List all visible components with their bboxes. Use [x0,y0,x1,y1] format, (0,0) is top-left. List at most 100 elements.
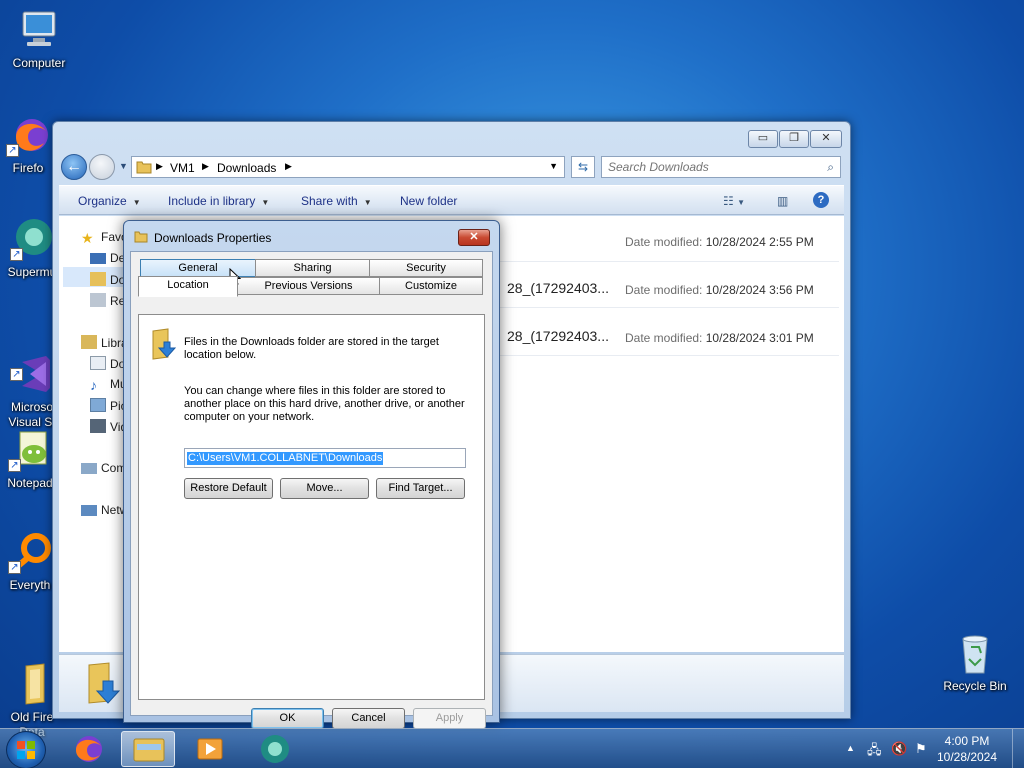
share-with-button[interactable]: Share with ▼ [301,194,372,208]
nav-computer[interactable]: Com [81,461,126,475]
organize-label: Organize [78,194,127,208]
nav-pictures[interactable]: Pic [90,398,127,413]
taskbar-firefox[interactable] [62,731,116,767]
close-button[interactable]: ✕ [810,130,842,148]
help-icon[interactable]: ? [813,192,829,208]
change-text-line2: another place on this hard drive, anothe… [184,398,465,410]
breadcrumb-separator-icon[interactable]: ▶ [285,161,292,172]
action-center-flag-icon[interactable]: ⚑ [915,741,927,757]
tab-customize[interactable]: Customize [379,277,483,295]
videos-icon [90,419,106,433]
intro-text-line1: Files in the Downloads folder are stored… [184,336,439,348]
taskbar-supermium[interactable] [248,731,302,767]
nav-desktop[interactable]: De [90,251,125,265]
restore-default-button[interactable]: Restore Default [184,478,273,499]
find-target-button[interactable]: Find Target... [376,478,465,499]
search-input[interactable] [608,160,808,174]
share-with-label: Share with [301,194,358,208]
desktop-icon-recycle-bin[interactable]: Recycle Bin [937,631,1013,693]
dialog-close-button[interactable]: ✕ [458,229,490,246]
clock-date: 10/28/2024 [936,750,998,764]
downloads-folder-icon [83,661,123,708]
modified-label: Date modified: [625,283,703,297]
system-clock[interactable]: 4:00 PM 10/28/2024 [932,733,1002,765]
apply-button[interactable]: Apply [413,708,486,729]
file-name[interactable]: 28_(17292403... [507,280,609,296]
taskbar-explorer[interactable] [121,731,175,767]
change-text-line1: You can change where files in this folde… [184,385,446,397]
new-folder-button[interactable]: New folder [400,194,457,208]
nav-downloads[interactable]: Do [90,272,125,287]
breadcrumb-separator-icon[interactable]: ▶ [202,161,209,172]
nav-videos[interactable]: Vid [90,419,127,434]
view-options-icon[interactable]: ☷ ▼ [723,194,745,208]
firefox-icon [76,736,102,762]
recent-pages-dropdown-icon[interactable]: ▼ [119,161,128,171]
include-in-library-button[interactable]: Include in library ▼ [168,194,269,208]
organize-button[interactable]: Organize ▼ [78,194,141,208]
desktop-icon-label: Computer [12,56,66,70]
cancel-button[interactable]: Cancel [332,708,405,729]
taskbar-media-player[interactable] [184,731,238,767]
nav-recent-places[interactable]: Re [90,293,125,308]
dialog-title: Downloads Properties [154,231,272,245]
volume-muted-icon[interactable]: 🔇 [891,741,907,757]
forward-button[interactable] [89,154,115,180]
search-box[interactable]: ⌕ [601,156,841,178]
downloads-folder-icon [90,272,106,286]
ok-button[interactable]: OK [251,708,324,729]
pictures-icon [90,398,106,412]
folder-icon [133,738,165,762]
notepad-plus-icon: ↗ [8,428,52,472]
target-path-value: C:\Users\VM1.COLLABNET\Downloads [187,452,384,465]
tab-sharing[interactable]: Sharing [255,259,370,277]
target-path-input[interactable]: C:\Users\VM1.COLLABNET\Downloads [184,448,466,468]
move-button[interactable]: Move... [280,478,369,499]
location-tab-panel: Files in the Downloads folder are stored… [138,314,485,700]
computer-icon [81,463,97,474]
preview-pane-icon[interactable]: ▥ [777,194,788,208]
show-hidden-icons-icon[interactable]: ▲ [846,743,855,753]
breadcrumb-separator-icon[interactable]: ▶ [156,161,163,172]
nav-documents[interactable]: Do [90,356,125,371]
modified-label: Date modified: [625,331,703,345]
minimize-button[interactable]: ▭ [748,130,778,148]
media-player-icon [197,738,223,760]
file-modified: Date modified: 10/28/2024 3:01 PM [625,331,814,345]
tab-security[interactable]: Security [369,259,483,277]
desktop-icon-computer[interactable]: Computer [1,8,77,70]
supermium-icon [261,735,289,763]
address-bar[interactable]: ▶ VM1 ▶ Downloads ▶ ▼ [131,156,565,178]
tab-previous-versions[interactable]: Previous Versions [237,277,380,295]
address-dropdown-icon[interactable]: ▼ [549,161,558,171]
dialog-body: General Sharing Security Location Previo… [130,251,493,729]
command-bar: Organize ▼ Include in library ▼ Share with… [59,185,844,215]
desktop-icon-label: Firefo [12,161,44,175]
maximize-button[interactable]: ❐ [779,130,809,148]
include-in-library-label: Include in library [168,194,256,208]
back-button[interactable]: ← [61,154,87,180]
taskbar: ▲ 🖧 🔇 ⚑ 4:00 PM 10/28/2024 [0,728,1024,768]
nav-music[interactable]: ♪ Mu [90,377,127,393]
desktop-icon-label: Notepad [7,476,53,490]
visual-studio-icon: ↗ [10,337,54,392]
file-name[interactable]: 28_(17292403... [507,328,609,344]
refresh-button[interactable]: ⇆ [571,156,595,178]
change-text-line3: computer on your network. [184,411,315,423]
nav-libraries[interactable]: Libra [81,335,128,350]
show-desktop-button[interactable] [1012,729,1024,768]
desktop-icon-label: Recycle Bin [943,679,1007,693]
desktop-icon-label: Supermu [7,265,57,279]
supermium-icon: ↗ [10,217,54,261]
network-icon[interactable]: 🖧 [867,741,882,763]
tab-location[interactable]: Location [138,276,238,297]
file-modified: Date modified: 10/28/2024 2:55 PM [625,235,814,249]
nav-network[interactable]: Netw [81,503,128,517]
breadcrumb-vm1[interactable]: VM1 [170,161,195,175]
window-caption-buttons: ▭ ❐ ✕ [748,130,842,148]
start-button[interactable] [6,731,46,768]
shortcut-arrow-icon: ↗ [6,144,19,157]
navigation-bar: ← ▼ ▶ VM1 ▶ Downloads ▶ ▼ ⇆ ⌕ [59,152,844,180]
nav-favorites[interactable]: ★ Favo [81,230,128,246]
breadcrumb-downloads[interactable]: Downloads [217,161,276,175]
